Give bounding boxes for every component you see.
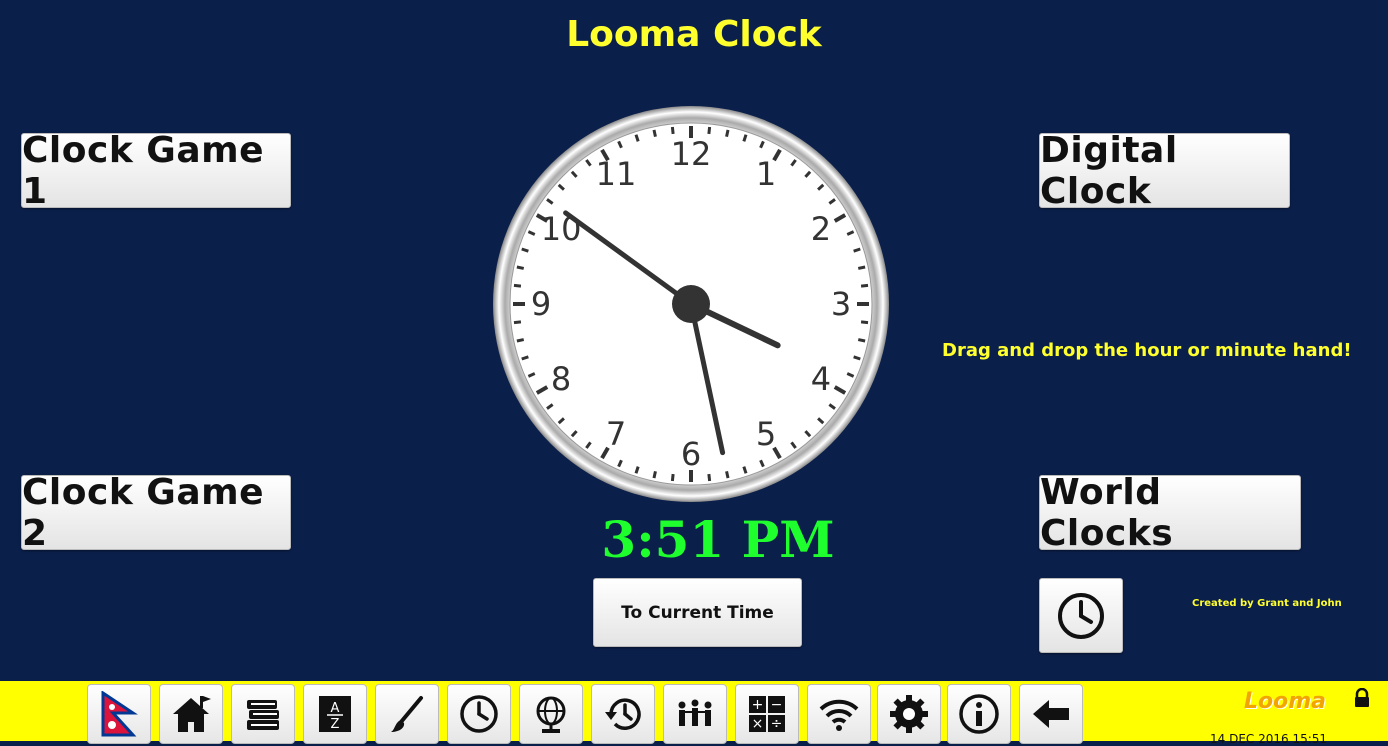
clock-minor-tick — [725, 470, 730, 479]
drag-hint-text: Drag and drop the hour or minute hand! — [942, 340, 1352, 361]
clock-minor-tick — [634, 466, 640, 474]
clock-minor-tick — [670, 126, 675, 135]
clock-game-1-button[interactable]: Clock Game 1 — [21, 130, 291, 212]
clock-minor-tick — [516, 338, 525, 343]
svg-text:+: + — [752, 697, 764, 713]
svg-text:×: × — [752, 716, 764, 732]
clock-minor-tick — [521, 355, 529, 361]
globe-icon — [536, 696, 566, 733]
calculator-button[interactable]: + − × ÷ — [735, 684, 799, 744]
clock-minor-tick — [513, 283, 522, 288]
svg-text:÷: ÷ — [771, 716, 783, 732]
clock-minor-tick — [860, 283, 869, 288]
wifi-icon — [819, 699, 859, 731]
clock-minor-tick — [707, 473, 712, 482]
clock-minor-tick — [860, 320, 869, 325]
calculator-icon: + − × ÷ — [749, 696, 785, 732]
lock-icon[interactable] — [1353, 688, 1371, 708]
home-button[interactable] — [159, 684, 223, 744]
clock-minor-tick — [521, 247, 529, 253]
back-button[interactable] — [1019, 684, 1083, 744]
clock-minor-tick — [652, 129, 657, 138]
svg-text:A: A — [331, 701, 340, 716]
clock-minor-tick — [725, 129, 730, 138]
bottom-toolbar: A Z + − × ÷ — [0, 681, 1388, 744]
clock-number: 4 — [811, 360, 831, 398]
info-icon — [959, 694, 999, 734]
credit-text: Created by Grant and John — [1192, 598, 1342, 609]
clock-toolbar-button[interactable] — [447, 684, 511, 744]
clock-number: 10 — [541, 210, 582, 248]
people-button[interactable] — [663, 684, 727, 744]
home-icon — [173, 696, 211, 732]
clock-minor-tick — [853, 355, 861, 361]
clock-number: 12 — [671, 135, 712, 173]
to-current-time-button[interactable]: To Current Time — [593, 578, 802, 647]
clock-minor-tick — [742, 466, 748, 474]
clock-minor-tick — [516, 265, 525, 270]
digital-time-display: 3:51 PM — [601, 510, 835, 569]
looma-logo: Looma — [1244, 689, 1327, 714]
clock-center-pin — [672, 285, 710, 323]
back-arrow-icon — [1033, 700, 1069, 728]
clock-number: 3 — [831, 285, 851, 323]
clock-number: 11 — [596, 155, 637, 193]
datetime-text: 14 DEC 2016 15:51 — [1210, 732, 1328, 746]
page-title: Looma Clock — [566, 14, 822, 55]
clock-icon-button[interactable] — [1039, 578, 1123, 653]
nepal-flag-button[interactable] — [87, 684, 151, 744]
clock-number: 8 — [551, 360, 571, 398]
world-clocks-button[interactable]: World Clocks — [1039, 472, 1301, 554]
wifi-button[interactable] — [807, 684, 871, 744]
clock-number: 2 — [811, 210, 831, 248]
clock-number: 9 — [531, 285, 551, 323]
paintbrush-icon — [391, 696, 423, 732]
clock-minor-tick — [707, 126, 712, 135]
clock-number: 6 — [681, 435, 701, 473]
svg-text:Z: Z — [331, 717, 340, 732]
analog-clock: 121234567891011 — [493, 106, 889, 502]
clock-minor-tick — [742, 134, 748, 142]
clock-minor-tick — [634, 134, 640, 142]
clock-minor-tick — [513, 320, 522, 325]
clock-minor-tick — [857, 338, 866, 343]
globe-button[interactable] — [519, 684, 583, 744]
paint-button[interactable] — [375, 684, 439, 744]
clock-minor-tick — [652, 470, 657, 479]
clock-number: 1 — [756, 155, 776, 193]
library-button[interactable] — [231, 684, 295, 744]
clock-icon — [1058, 592, 1104, 639]
clock-number: 7 — [606, 415, 626, 453]
books-icon — [247, 700, 279, 730]
clock-minor-tick — [857, 265, 866, 270]
digital-clock-button[interactable]: Digital Clock — [1039, 130, 1290, 212]
clock-icon — [460, 695, 498, 733]
dictionary-button[interactable]: A Z — [303, 684, 367, 744]
clock-game-2-button[interactable]: Clock Game 2 — [21, 472, 291, 554]
history-icon — [605, 698, 641, 730]
gear-icon — [890, 695, 928, 733]
clock-number: 5 — [756, 415, 776, 453]
settings-button[interactable] — [877, 684, 941, 744]
history-button[interactable] — [591, 684, 655, 744]
people-icon — [678, 699, 712, 726]
clock-minor-tick — [670, 473, 675, 482]
info-button[interactable] — [947, 684, 1011, 744]
clock-minor-tick — [853, 247, 861, 253]
svg-text:−: − — [771, 697, 783, 713]
dictionary-icon: A Z — [319, 696, 351, 732]
nepal-flag-icon — [101, 691, 138, 737]
